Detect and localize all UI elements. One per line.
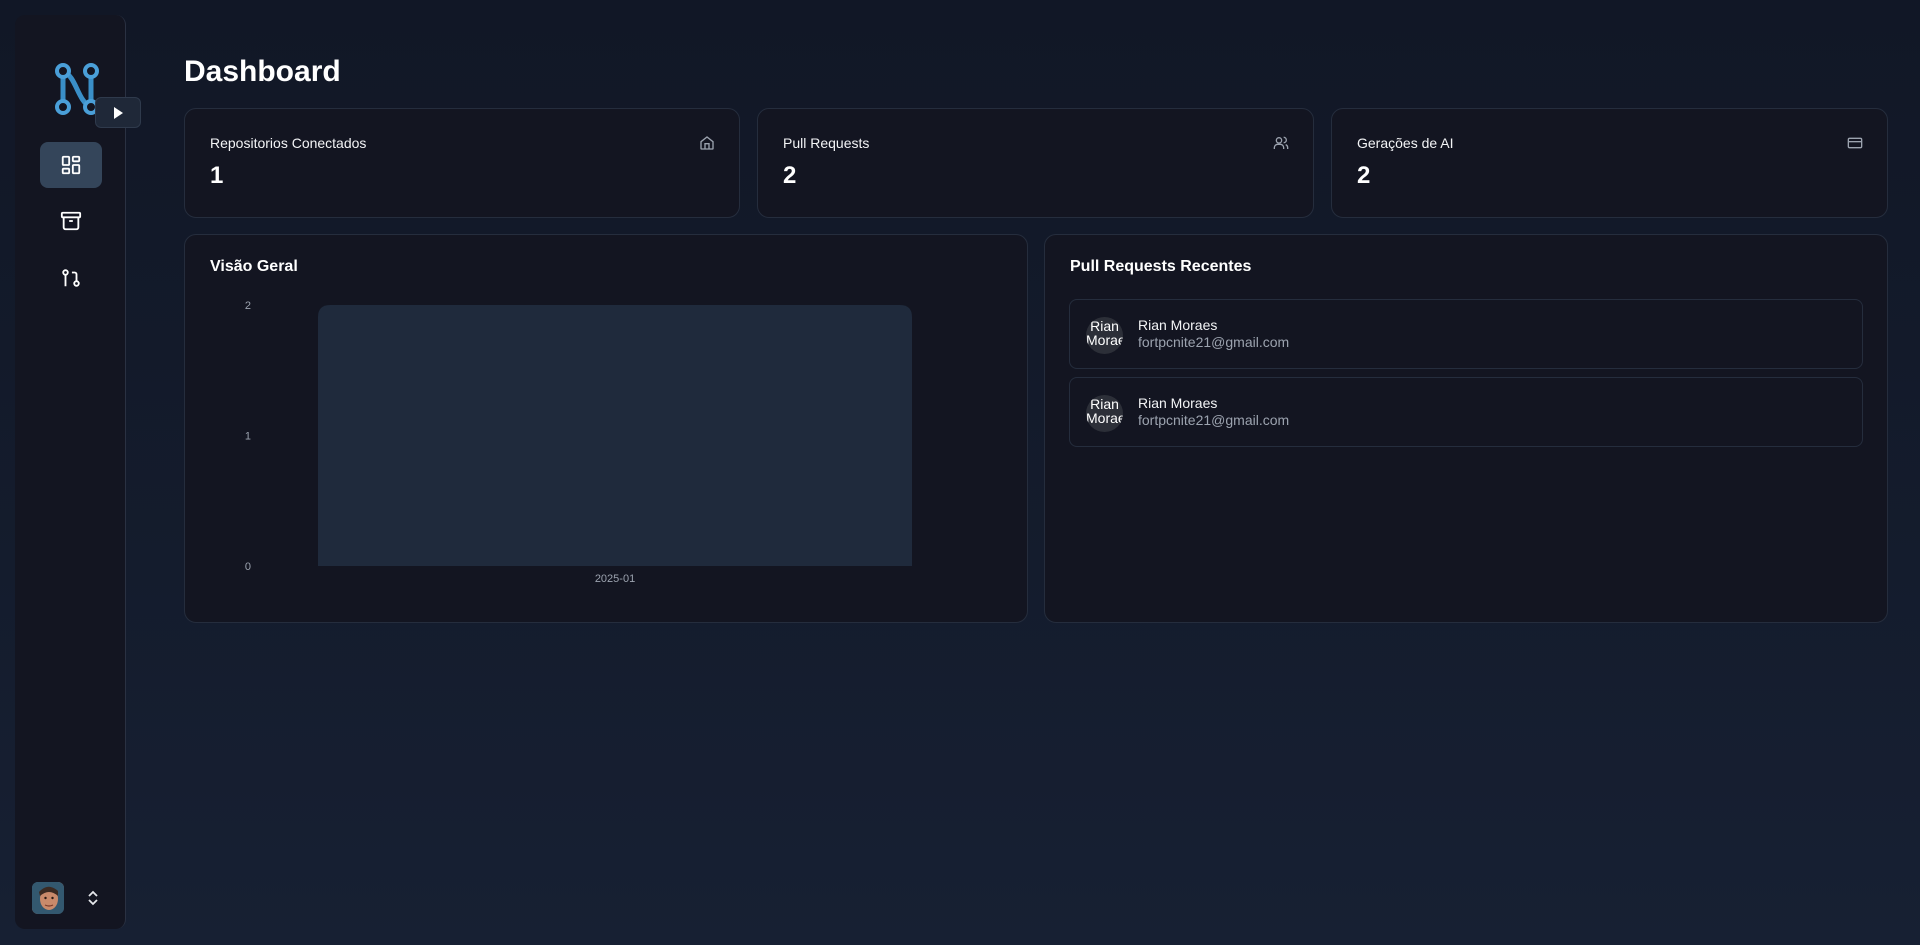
pr-author-email: fortpcnite21@gmail.com xyxy=(1138,412,1290,428)
play-arrow-icon xyxy=(114,106,123,119)
pr-author-name: Rian Moraes xyxy=(1138,317,1218,333)
users-icon xyxy=(1273,136,1289,149)
home-icon xyxy=(700,136,714,150)
sidebar xyxy=(15,15,126,929)
recent-prs-title: Pull Requests Recentes xyxy=(1070,258,1252,275)
chart-bar[interactable] xyxy=(318,305,912,566)
pr-list-item[interactable]: Rian Moraes Rian Moraes fortpcnite21@gma… xyxy=(1069,377,1863,447)
user-profile-menu[interactable] xyxy=(32,881,112,915)
y-tick-label: 0 xyxy=(245,561,251,573)
credit-card-icon xyxy=(1847,137,1863,149)
stat-title: Pull Requests xyxy=(783,135,870,151)
pr-avatar: Rian Moraes xyxy=(1086,395,1123,432)
recent-prs-card: Pull Requests Recentes Rian Moraes Rian … xyxy=(1044,234,1888,623)
y-tick-label: 1 xyxy=(245,431,251,443)
dashboard-icon xyxy=(61,155,81,175)
stat-card-pull-requests: Pull Requests 2 xyxy=(757,108,1314,218)
archive-icon xyxy=(60,211,82,231)
avatar[interactable] xyxy=(32,882,64,914)
stat-title: Gerações de AI xyxy=(1357,135,1454,151)
git-pull-request-icon xyxy=(62,269,80,287)
pr-list-item[interactable]: Rian Moraes Rian Moraes fortpcnite21@gma… xyxy=(1069,299,1863,369)
pr-author-email: fortpcnite21@gmail.com xyxy=(1138,334,1290,350)
stat-card-repositories: Repositorios Conectados 1 xyxy=(184,108,740,218)
sidebar-toggle-button[interactable] xyxy=(95,97,141,128)
stat-value: 1 xyxy=(210,162,224,189)
pr-avatar: Rian Moraes xyxy=(1086,317,1123,354)
pr-author-name: Rian Moraes xyxy=(1138,395,1218,411)
y-tick-label: 2 xyxy=(245,300,251,312)
overview-bar-chart: 0 1 2 2025-01 xyxy=(245,300,912,585)
nav-item-dashboard[interactable] xyxy=(40,142,102,188)
nav-item-pull-requests[interactable] xyxy=(40,255,102,301)
stat-title: Repositorios Conectados xyxy=(210,135,367,151)
stat-card-ai-generations: Gerações de AI 2 xyxy=(1331,108,1888,218)
x-tick-label: 2025-01 xyxy=(595,573,635,585)
chevrons-up-down-icon[interactable] xyxy=(86,889,100,907)
overview-card: Visão Geral 0 1 2 2025-01 xyxy=(184,234,1028,623)
stat-value: 2 xyxy=(783,162,797,189)
stat-value: 2 xyxy=(1357,162,1371,189)
nav-item-archive[interactable] xyxy=(40,198,102,244)
page-title: Dashboard xyxy=(184,55,341,88)
